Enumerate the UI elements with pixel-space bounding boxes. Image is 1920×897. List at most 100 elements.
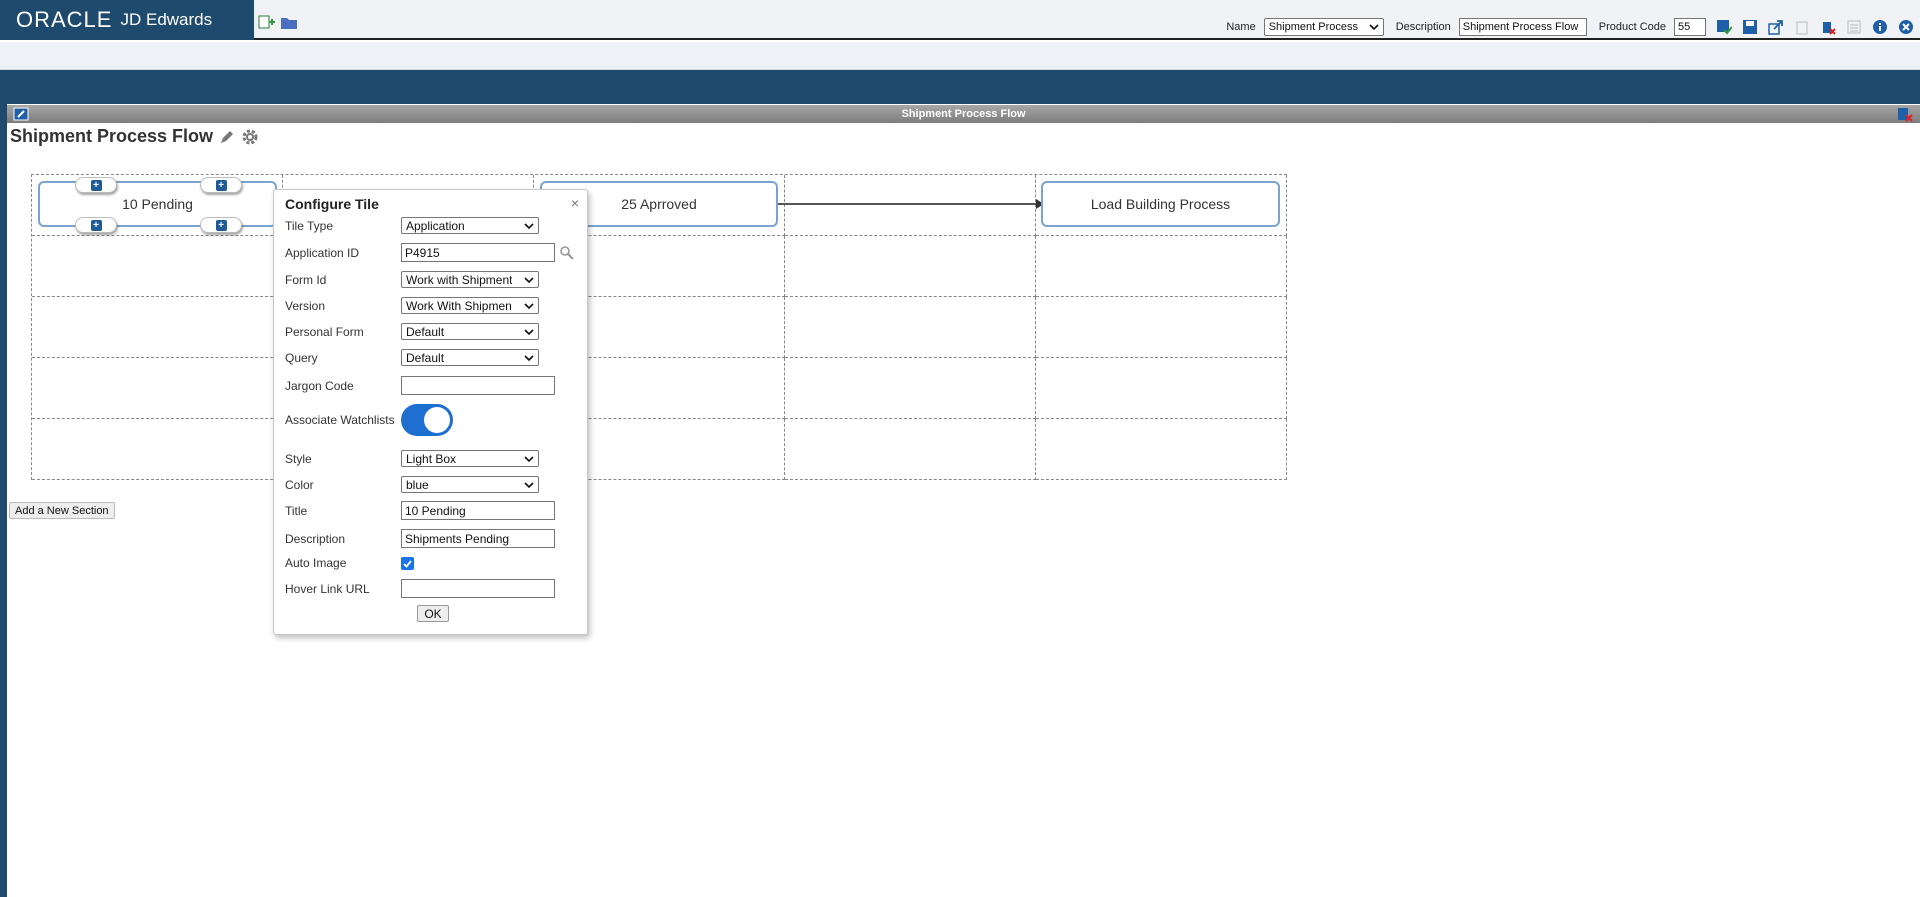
product-code-label: Product Code (1598, 21, 1666, 33)
open-folder-icon[interactable] (280, 14, 298, 30)
grid-cell[interactable] (1036, 358, 1287, 419)
add-tile-bottom-left-button[interactable]: + (75, 217, 117, 233)
close-icon[interactable]: × (571, 195, 579, 211)
auto-image-label: Auto Image (285, 556, 347, 570)
oracle-logo-text: ORACLE (16, 7, 113, 32)
brand-logo: ORACLE JD Edwards (0, 0, 254, 40)
application-id-label: Application ID (285, 245, 360, 260)
product-code-field[interactable]: 55 (1674, 18, 1706, 36)
toggle-knob (424, 407, 450, 433)
grid-cell[interactable] (32, 236, 283, 297)
description-field[interactable]: Shipment Process Flow (1458, 18, 1587, 36)
page-title: Shipment Process Flow (10, 126, 214, 146)
version-label: Version (285, 298, 326, 313)
add-tile-top-right-button[interactable]: + (200, 177, 242, 193)
tile-load-building[interactable]: Load Building Process (1041, 181, 1280, 227)
title-field[interactable]: 10 Pending (401, 501, 555, 520)
style-label: Style (285, 451, 312, 466)
delete-icon[interactable] (1820, 19, 1836, 35)
panel-title: Shipment Process Flow (901, 108, 1026, 120)
tile-label: Load Building Process (1090, 196, 1231, 212)
chevron-down-icon (524, 302, 534, 309)
close-icon[interactable] (1898, 19, 1914, 35)
grid-cell[interactable] (785, 419, 1036, 480)
save-check-icon[interactable] (1716, 19, 1732, 35)
panel-title-bar: Shipment Process Flow (7, 105, 1920, 123)
add-tile-top-left-button[interactable]: + (75, 177, 117, 193)
flow-arrow (776, 199, 1044, 209)
associate-watchlists-toggle[interactable] (401, 404, 453, 436)
form-id-label: Form Id (285, 272, 327, 287)
plus-icon: + (215, 179, 227, 191)
style-select[interactable]: Light Box (401, 450, 539, 467)
chevron-down-icon (524, 455, 534, 462)
color-label: Color (285, 477, 314, 492)
new-page-icon[interactable] (258, 14, 276, 30)
hover-link-url-label: Hover Link URL (285, 581, 370, 596)
form-id-select[interactable]: Work with Shipment (401, 271, 539, 288)
copy-icon[interactable] (1794, 19, 1810, 35)
grid-cell[interactable] (32, 297, 283, 358)
tile-type-value: Application (406, 218, 465, 233)
page-heading: Shipment Process Flow (10, 126, 259, 147)
plus-icon: + (90, 219, 102, 231)
plus-icon: + (90, 179, 102, 191)
page-properties: Name Shipment Process Description Shipme… (1220, 16, 1920, 38)
add-section-button[interactable]: Add a New Section (9, 502, 115, 519)
name-select[interactable]: Shipment Process (1263, 18, 1384, 36)
grid-cell[interactable] (785, 297, 1036, 358)
version-value: Work With Shipmen (406, 298, 512, 313)
edit-panel-icon[interactable] (13, 107, 29, 121)
gear-icon[interactable] (241, 128, 259, 146)
chevron-down-icon (524, 354, 534, 361)
version-select[interactable]: Work With Shipmen (401, 297, 539, 314)
sub-header-band (0, 42, 1920, 70)
application-id-field[interactable]: P4915 (401, 243, 555, 262)
properties-icon[interactable] (1846, 19, 1862, 35)
associate-watchlists-label: Associate Watchlists (285, 413, 395, 427)
grid-cell[interactable] (785, 236, 1036, 297)
grid-cell[interactable] (1036, 236, 1287, 297)
plus-icon: + (215, 219, 227, 231)
color-select[interactable]: blue (401, 476, 539, 493)
tile-label: 10 Pending (122, 196, 193, 212)
chevron-down-icon (1369, 24, 1379, 31)
jargon-code-field[interactable] (401, 376, 555, 395)
color-value: blue (406, 477, 429, 492)
grid-cell[interactable] (1036, 297, 1287, 358)
grid-cell[interactable] (1036, 419, 1287, 480)
personal-form-value: Default (406, 324, 445, 339)
name-label: Name (1226, 21, 1256, 33)
query-label: Query (285, 350, 318, 365)
dialog-title: Configure Tile (285, 196, 379, 212)
chevron-down-icon (524, 481, 534, 488)
add-tile-bottom-right-button[interactable]: + (200, 217, 242, 233)
name-select-value: Shipment Process (1268, 21, 1358, 33)
search-icon[interactable] (559, 245, 575, 261)
auto-image-checkbox[interactable] (401, 556, 414, 570)
chevron-down-icon (524, 328, 534, 335)
ok-button[interactable]: OK (417, 605, 449, 622)
checkmark-icon (403, 559, 412, 568)
top-bar: ORACLE JD Edwards Name Shipment Process … (0, 0, 1920, 40)
grid-cell[interactable] (785, 358, 1036, 419)
description-label: Description (285, 531, 346, 546)
description-field[interactable]: Shipments Pending (401, 529, 555, 548)
close-panel-icon[interactable] (1896, 106, 1914, 122)
title-label: Title (285, 503, 308, 518)
share-icon[interactable] (1768, 19, 1784, 35)
grid-cell[interactable] (32, 358, 283, 419)
grid-cell[interactable] (32, 419, 283, 480)
configure-tile-dialog: Configure Tile × Tile Type Application A… (273, 189, 588, 635)
query-select[interactable]: Default (401, 349, 539, 366)
left-rail (0, 104, 7, 897)
personal-form-select[interactable]: Default (401, 323, 539, 340)
form-id-value: Work with Shipment (406, 272, 513, 287)
pencil-icon[interactable] (219, 129, 235, 145)
description-label: Description (1395, 21, 1451, 33)
personal-form-label: Personal Form (285, 324, 364, 339)
tile-type-select[interactable]: Application (401, 217, 539, 234)
info-icon[interactable] (1872, 19, 1888, 35)
save-icon[interactable] (1742, 19, 1758, 35)
hover-link-url-field[interactable] (401, 579, 555, 598)
